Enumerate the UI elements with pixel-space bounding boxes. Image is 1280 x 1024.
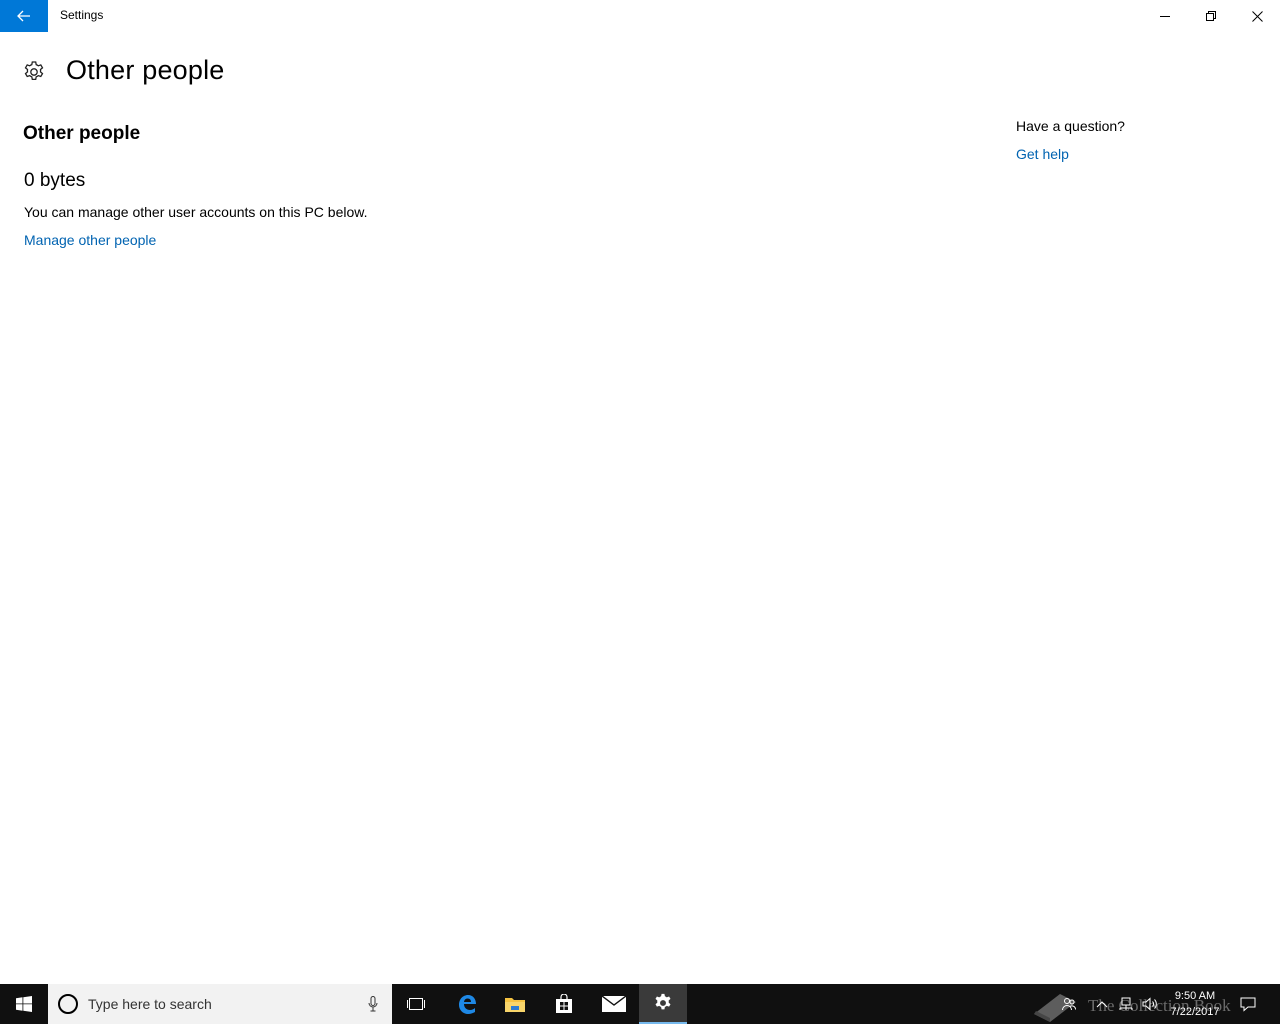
show-hidden-icons-button[interactable] xyxy=(1092,984,1112,1024)
search-input[interactable] xyxy=(88,996,348,1012)
taskbar-edge[interactable] xyxy=(443,984,491,1024)
network-icon xyxy=(1119,997,1133,1010)
microphone-icon[interactable] xyxy=(368,996,378,1012)
taskbar-search-box[interactable] xyxy=(48,984,392,1024)
back-button[interactable] xyxy=(0,0,48,32)
storage-size-value: 0 bytes xyxy=(24,170,86,191)
notification-icon xyxy=(1240,997,1256,1012)
speaker-icon xyxy=(1142,997,1157,1011)
chevron-up-icon xyxy=(1096,1001,1108,1008)
task-view-icon xyxy=(407,998,425,1010)
network-button[interactable] xyxy=(1116,984,1136,1024)
cortana-icon xyxy=(58,994,78,1014)
restore-icon xyxy=(1206,11,1216,21)
folder-icon xyxy=(505,998,525,1012)
help-question: Have a question? xyxy=(1016,118,1125,134)
store-icon xyxy=(556,994,572,1013)
page-title: Other people xyxy=(66,55,225,85)
clock-time: 9:50 AM xyxy=(1174,990,1216,1002)
mail-icon xyxy=(602,996,626,1012)
section-title: Other people xyxy=(23,123,141,144)
start-button[interactable] xyxy=(0,984,48,1024)
description-text: You can manage other user accounts on th… xyxy=(24,204,368,220)
taskbar: The Collection Book 9:50 AM 7/22/2017 xyxy=(0,984,1280,1024)
taskbar-clock[interactable]: 9:50 AM 7/22/2017 xyxy=(1160,988,1230,1020)
restore-button[interactable] xyxy=(1188,0,1234,32)
back-arrow-icon xyxy=(17,10,30,22)
settings-gear-icon xyxy=(655,993,671,1010)
minimize-icon xyxy=(1160,16,1170,17)
taskbar-settings[interactable] xyxy=(639,984,687,1024)
taskbar-file-explorer[interactable] xyxy=(491,984,539,1024)
title-bar: Settings xyxy=(0,0,1280,32)
window-title: Settings xyxy=(60,8,104,22)
task-view-button[interactable] xyxy=(392,984,440,1024)
action-center-button[interactable] xyxy=(1234,984,1262,1024)
manage-other-people-link[interactable]: Manage other people xyxy=(24,232,156,248)
taskbar-mail[interactable] xyxy=(590,984,638,1024)
close-button[interactable] xyxy=(1234,0,1280,32)
people-button[interactable] xyxy=(1058,984,1080,1024)
volume-button[interactable] xyxy=(1140,984,1162,1024)
people-icon xyxy=(1062,998,1076,1011)
minimize-button[interactable] xyxy=(1142,0,1188,32)
close-icon xyxy=(1251,10,1263,22)
edge-icon xyxy=(459,995,476,1014)
taskbar-store[interactable] xyxy=(540,984,588,1024)
clock-date: 7/22/2017 xyxy=(1170,1006,1220,1018)
get-help-link[interactable]: Get help xyxy=(1016,146,1069,162)
gear-icon xyxy=(24,61,44,81)
windows-logo-icon xyxy=(16,996,32,1012)
